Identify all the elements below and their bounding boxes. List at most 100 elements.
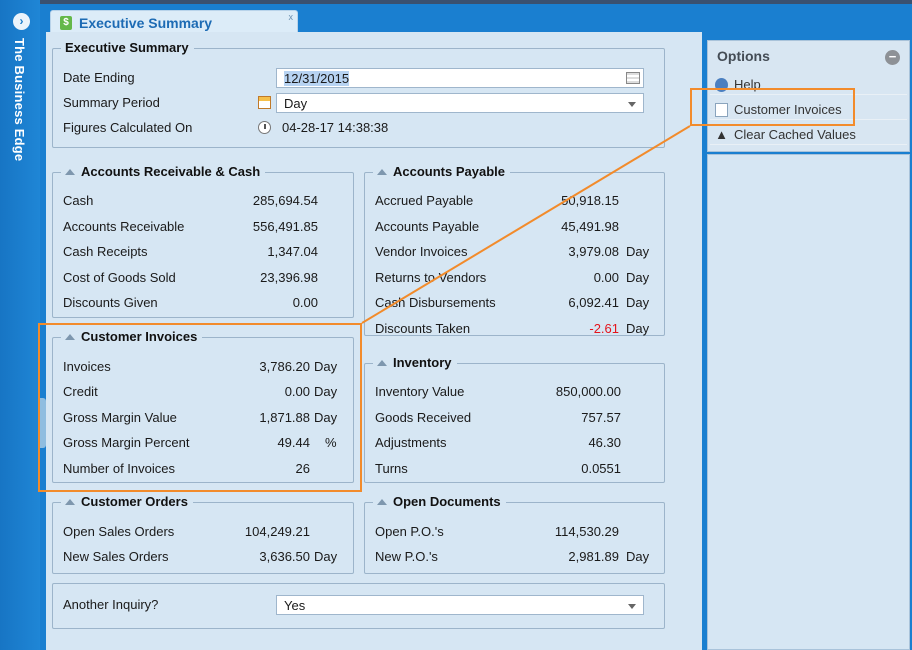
document-icon: [715, 103, 728, 117]
row-unit: Day: [626, 244, 650, 259]
ap-title-text: Accounts Payable: [393, 164, 505, 179]
ap-row: Returns to Vendors 0.00 Day: [375, 270, 660, 288]
row-value: 114,530.29: [554, 524, 619, 539]
co-title[interactable]: Customer Orders: [61, 494, 193, 509]
row-unit: Day: [626, 321, 650, 336]
inventory-row: Turns 0.0551: [375, 461, 621, 479]
customer-invoices-group: Customer Invoices Invoices 3,786.20 Day Cr…: [52, 329, 354, 483]
row-label: Gross Margin Percent: [63, 435, 190, 450]
row-value: 45,491.98: [561, 219, 619, 234]
row-value: 46.30: [588, 435, 621, 450]
clock-icon: [258, 121, 271, 134]
option-label: Help: [734, 77, 761, 92]
row-value-negative: -2.61: [589, 321, 619, 336]
inventory-row: Adjustments 46.30: [375, 435, 621, 453]
row-value: 3,636.50: [259, 549, 310, 564]
row-label: New Sales Orders: [63, 549, 169, 564]
collapse-options-icon[interactable]: −: [885, 50, 900, 65]
ar-cash-title-text: Accounts Receivable & Cash: [81, 164, 261, 179]
row-label: Vendor Invoices: [375, 244, 468, 259]
co-row: Open Sales Orders 104,249.21: [63, 524, 348, 542]
row-label: Gross Margin Value: [63, 410, 177, 425]
inquiry-select[interactable]: Yes: [276, 595, 644, 615]
row-label: Open P.O.'s: [375, 524, 444, 539]
open-documents-group: Open Documents Open P.O.'s 114,530.29 New…: [364, 494, 665, 574]
row-unit: Day: [314, 549, 338, 564]
row-value: 757.57: [581, 410, 621, 425]
row-unit: Day: [626, 270, 650, 285]
ci-row: Gross Margin Percent 49.44%: [63, 435, 348, 453]
inventory-title-text: Inventory: [393, 355, 452, 370]
option-label: Clear Cached Values: [734, 127, 856, 142]
right-pane: Options − Help Customer Invoices ▲ Clear…: [702, 32, 912, 650]
figures-calculated-value: 04-28-17 14:38:38: [282, 120, 389, 135]
row-unit: Day: [314, 384, 338, 399]
collapse-icon: [65, 169, 75, 175]
summary-period-select[interactable]: Day: [276, 93, 644, 113]
ap-row: Accounts Payable 45,491.98: [375, 219, 660, 237]
row-unit: Day: [314, 359, 338, 374]
close-tab-icon[interactable]: x: [289, 12, 294, 22]
row-label: Turns: [375, 461, 408, 476]
options-title: Options: [717, 48, 770, 64]
row-label: Accrued Payable: [375, 193, 474, 208]
expand-sidebar-icon[interactable]: ›: [13, 13, 30, 30]
summary-period-value: Day: [284, 96, 308, 111]
ci-row: Number of Invoices 26: [63, 461, 348, 479]
option-clear-cached-values[interactable]: ▲ Clear Cached Values: [710, 125, 907, 145]
main-panel: Executive Summary Date Ending 12/31/2015…: [46, 32, 702, 650]
row-value: 23,396.98: [260, 270, 318, 285]
app-sidebar: › The Business Edge: [0, 0, 46, 650]
customer-orders-group: Customer Orders Open Sales Orders 104,249…: [52, 494, 354, 574]
row-value: 6,092.41: [568, 295, 619, 310]
row-value: 2,981.89: [568, 549, 619, 564]
row-value: 0.00: [292, 295, 318, 310]
co-title-text: Customer Orders: [81, 494, 188, 509]
co-row: New Sales Orders 3,636.50 Day: [63, 549, 348, 567]
inventory-title[interactable]: Inventory: [373, 355, 457, 370]
row-label: Adjustments: [375, 435, 447, 450]
collapse-icon: [377, 499, 387, 505]
od-title[interactable]: Open Documents: [373, 494, 506, 509]
help-icon: [715, 78, 728, 92]
inquiry-value: Yes: [284, 598, 306, 613]
date-ending-input[interactable]: 12/31/2015: [276, 68, 644, 88]
option-help[interactable]: Help: [710, 75, 907, 95]
inventory-group: Inventory Inventory Value 850,000.00 Good…: [364, 355, 665, 483]
calendar-icon[interactable]: [626, 72, 640, 84]
ar-row: Accounts Receivable 556,491.85: [63, 219, 323, 237]
ci-row: Invoices 3,786.20 Day: [63, 359, 348, 377]
od-title-text: Open Documents: [393, 494, 501, 509]
ap-title[interactable]: Accounts Payable: [373, 164, 510, 179]
ar-row: Cost of Goods Sold 23,396.98: [63, 270, 323, 288]
section-title: Executive Summary: [61, 40, 194, 55]
summary-period-label: Summary Period: [63, 95, 160, 110]
option-customer-invoices[interactable]: Customer Invoices: [710, 100, 907, 120]
row-value: 1,347.04: [267, 244, 318, 259]
tab-strip: $ Executive Summary x: [40, 0, 912, 36]
chevron-down-icon: [628, 102, 636, 107]
row-value: 850,000.00: [555, 384, 621, 399]
row-label: Discounts Given: [63, 295, 158, 310]
dollar-icon: $: [60, 16, 72, 30]
inquiry-label: Another Inquiry?: [63, 597, 159, 612]
inventory-row: Inventory Value 850,000.00: [375, 384, 621, 402]
options-lower-pane: [707, 154, 910, 650]
row-label: Invoices: [63, 359, 111, 374]
row-value: 26: [295, 461, 310, 476]
row-value: 556,491.85: [252, 219, 318, 234]
od-row: New P.O.'s 2,981.89 Day: [375, 549, 660, 567]
row-value: 49.44: [277, 435, 310, 450]
ci-title-text: Customer Invoices: [81, 329, 198, 344]
options-panel: Options − Help Customer Invoices ▲ Clear…: [707, 40, 910, 152]
od-row: Open P.O.'s 114,530.29: [375, 524, 660, 542]
row-value: 0.00: [593, 270, 619, 285]
row-label: Cost of Goods Sold: [63, 270, 176, 285]
row-label: Cash Receipts: [63, 244, 148, 259]
collapse-icon: [377, 360, 387, 366]
ar-cash-title[interactable]: Accounts Receivable & Cash: [61, 164, 266, 179]
ci-title[interactable]: Customer Invoices: [61, 329, 203, 344]
collapse-icon: [65, 499, 75, 505]
date-ending-value: 12/31/2015: [284, 71, 350, 86]
row-label: Number of Invoices: [63, 461, 175, 476]
